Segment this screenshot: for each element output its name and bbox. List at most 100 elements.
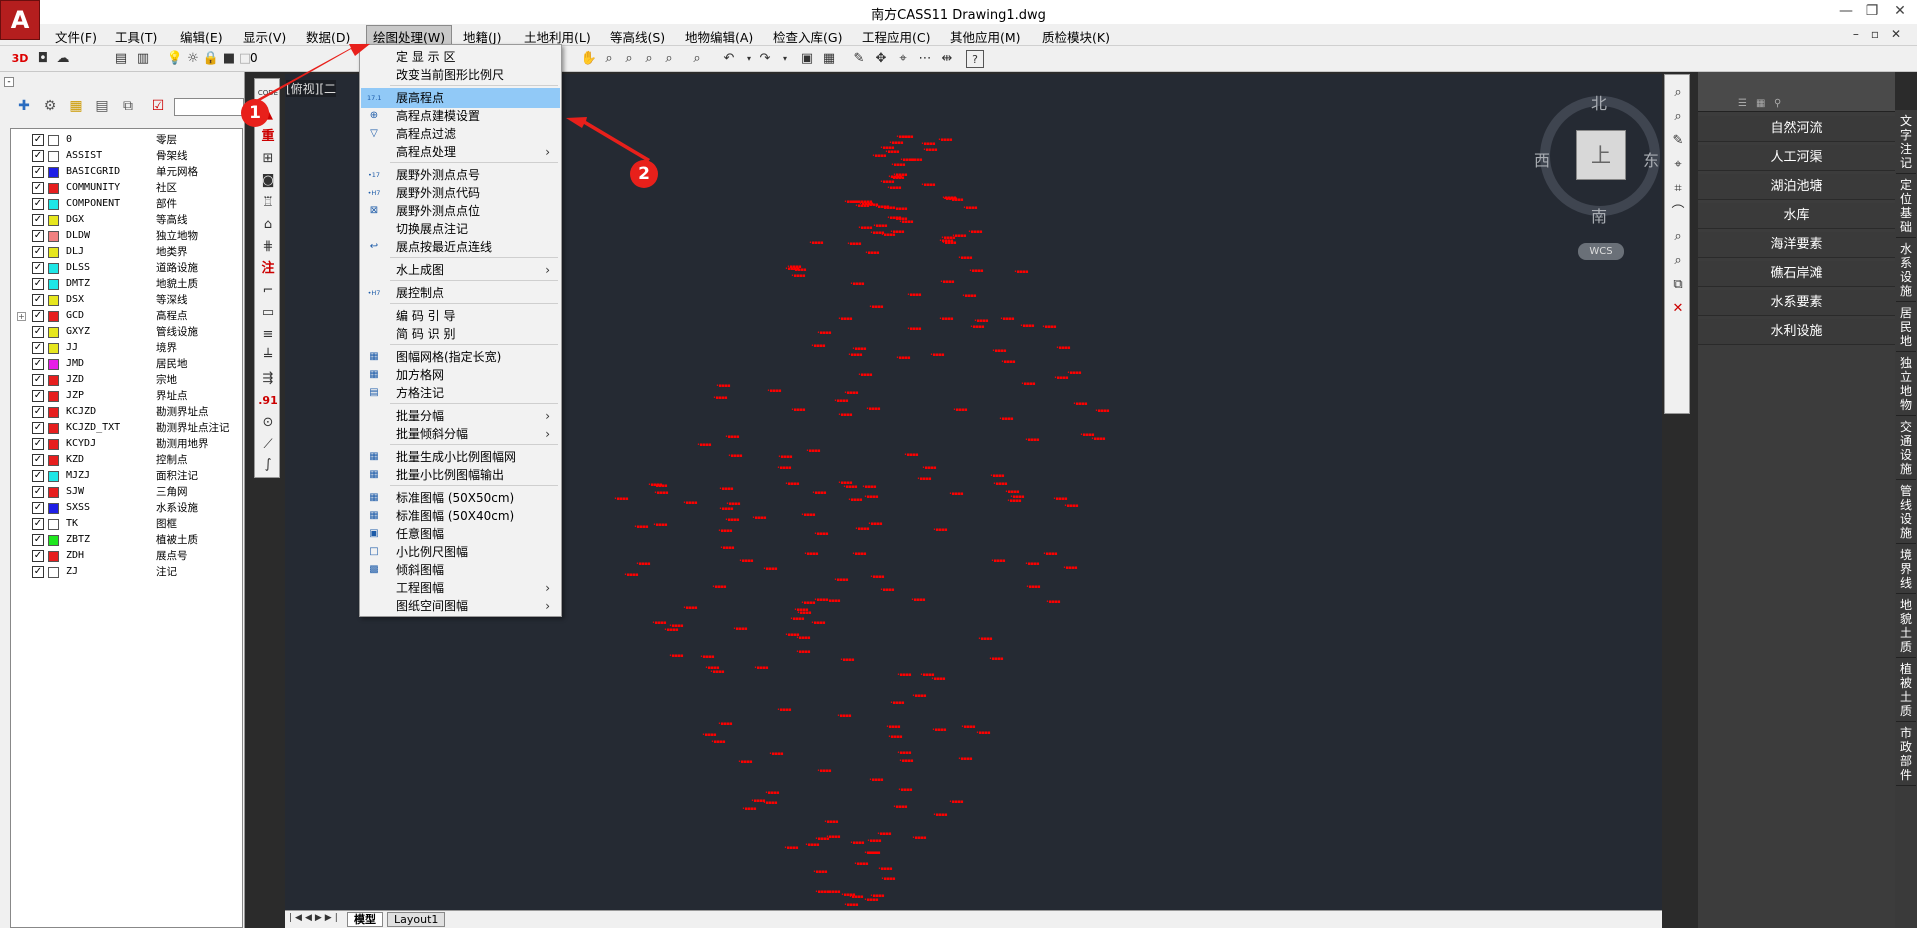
layer-color-swatch[interactable]	[48, 391, 59, 402]
layer-row[interactable]: ✓ 0 零层	[11, 132, 243, 148]
tab-layout1[interactable]: Layout1	[387, 912, 446, 927]
menu-item[interactable]: ▦ 批量生成小比例图幅网	[361, 447, 560, 467]
layer-visible-checkbox[interactable]: ✓	[32, 278, 44, 290]
layer-row[interactable]: ✓ DLDW 独立地物	[11, 228, 243, 244]
vertical-tab[interactable]: 市政部件	[1896, 722, 1916, 786]
layer-visible-checkbox[interactable]: ✓	[32, 390, 44, 402]
menu-item[interactable]: ▦ 标准图幅 (50X40cm)	[361, 506, 560, 526]
menu-item[interactable]: •H7 展野外测点代码	[361, 183, 560, 203]
layer-row[interactable]: ✓ MJZJ 面积注记	[11, 468, 243, 484]
layer-visible-checkbox[interactable]: ✓	[32, 374, 44, 386]
compass-east[interactable]: 东	[1643, 147, 1659, 171]
restore-icon[interactable]: ❐	[1862, 3, 1882, 19]
layer-color-swatch[interactable]	[48, 327, 59, 338]
menu-item[interactable]: ▦ 图幅网格(指定长宽)	[361, 347, 560, 367]
layer-visible-checkbox[interactable]: ✓	[32, 182, 44, 194]
expand-icon[interactable]: +	[17, 312, 26, 321]
layer-row[interactable]: ✓ JZD 宗地	[11, 372, 243, 388]
tab-model[interactable]: 模型	[347, 912, 383, 927]
vertical-tab[interactable]: 居民地	[1896, 302, 1916, 352]
menu-item[interactable]: 批量分幅 ›	[361, 406, 560, 426]
layer-row[interactable]: + ✓ GCD 高程点	[11, 308, 243, 324]
menu-item[interactable]: □ 小比例尺图幅	[361, 542, 560, 562]
area-icon[interactable]: ⌗	[1667, 179, 1689, 199]
menu-item[interactable]: 高程点处理 ›	[361, 142, 560, 162]
layer-visible-checkbox[interactable]: ✓	[32, 294, 44, 306]
mdi-window-controls[interactable]: –▫✕	[1853, 27, 1913, 41]
layer-color-swatch[interactable]	[48, 567, 59, 578]
control-point-icon[interactable]: ⊙	[257, 413, 279, 433]
elevation-value-icon[interactable]: .91	[257, 391, 279, 411]
arc-icon[interactable]: ⌒	[1667, 203, 1689, 223]
layer-filter-icon[interactable]: ⚙	[40, 96, 60, 116]
new-layer-icon[interactable]: ✚	[14, 96, 34, 116]
curve-icon[interactable]: ∫	[257, 455, 279, 475]
layer-visible-checkbox[interactable]: ✓	[32, 358, 44, 370]
menu-file[interactable]: 文件(F)	[55, 27, 97, 46]
layer-visible-checkbox[interactable]: ✓	[32, 214, 44, 226]
menu-item[interactable]: 图纸空间图幅 ›	[361, 596, 560, 616]
layer-row[interactable]: ✓ KZD 控制点	[11, 452, 243, 468]
layer-visible-checkbox[interactable]: ✓	[32, 422, 44, 434]
menu-item[interactable]: •H7 展控制点	[361, 283, 560, 303]
symbol-category-item[interactable]: 水系要素	[1698, 290, 1895, 316]
menu-item[interactable]: ↩ 展点按最近点连线	[361, 237, 560, 257]
annotation-icon[interactable]: 注	[257, 259, 279, 279]
menu-item[interactable]: ⊕ 高程点建模设置	[361, 106, 560, 126]
zoom-previous-icon[interactable]: ⌕	[660, 50, 678, 68]
layer-check-icon[interactable]: ☑	[148, 96, 168, 116]
layer-row[interactable]: ✓ ZBTZ 植被土质	[11, 532, 243, 548]
layer-row[interactable]: ✓ COMMUNITY 社区	[11, 180, 243, 196]
layer-visible-checkbox[interactable]: ✓	[32, 262, 44, 274]
coordinate-icon[interactable]: ⌕	[1667, 107, 1689, 127]
layer-visible-checkbox[interactable]: ✓	[32, 566, 44, 578]
layer-row[interactable]: ✓ KCJZD 勘测界址点	[11, 404, 243, 420]
zoom-icon[interactable]: ⌕	[600, 50, 618, 68]
layer-visible-checkbox[interactable]: ✓	[32, 454, 44, 466]
layer-visible-checkbox[interactable]: ✓	[32, 342, 44, 354]
layer-color-swatch[interactable]	[48, 167, 59, 178]
menu-check-import[interactable]: 检查入库(G)	[773, 27, 842, 46]
polyline-icon[interactable]: ⟋	[257, 435, 279, 455]
layer-visible-checkbox[interactable]: ✓	[32, 406, 44, 418]
pencil-icon[interactable]: ✎	[1667, 131, 1689, 151]
pin-icon[interactable]: ⚲	[1774, 98, 1781, 109]
layer-row[interactable]: ✓ DLJ 地类界	[11, 244, 243, 260]
layer-visible-checkbox[interactable]: ✓	[32, 166, 44, 178]
menu-item[interactable]: ▦ 标准图幅 (50X50cm)	[361, 488, 560, 508]
layer-color-swatch[interactable]	[48, 295, 59, 306]
layer-manager-icon[interactable]: ▤	[112, 50, 130, 68]
panel-collapse-icon[interactable]: -	[4, 77, 14, 87]
pan-hand-icon[interactable]: ✋	[580, 50, 598, 68]
menu-item[interactable]: 水上成图 ›	[361, 260, 560, 280]
layer-color-swatch[interactable]	[48, 535, 59, 546]
railway-icon[interactable]: ≡	[257, 325, 279, 345]
layer-color-swatch[interactable]	[48, 215, 59, 226]
layer-row[interactable]: ✓ JZP 界址点	[11, 388, 243, 404]
search-map-icon[interactable]: ⌕	[688, 50, 706, 68]
layer-visible-checkbox[interactable]: ✓	[32, 502, 44, 514]
symbol-category-item[interactable]: 礁石岸滩	[1698, 261, 1895, 287]
duplicate-icon[interactable]: 重	[257, 127, 279, 147]
layer-row[interactable]: ✓ ASSIST 骨架线	[11, 148, 243, 164]
lock-icon[interactable]: 🔒	[202, 50, 220, 68]
layer-copy2-icon[interactable]: ⧉	[1667, 275, 1689, 295]
layer-row[interactable]: ✓ COMPONENT 部件	[11, 196, 243, 212]
vertical-tab[interactable]: 独立地物	[1896, 352, 1916, 416]
layer-color-swatch[interactable]	[48, 455, 59, 466]
compass-south[interactable]: 南	[1591, 203, 1607, 227]
tower-icon[interactable]: ♖	[257, 193, 279, 213]
viewport-label[interactable]: [俯视][二	[286, 80, 337, 97]
menu-engineering[interactable]: 工程应用(C)	[862, 27, 930, 46]
menu-item[interactable]: 17.1 展高程点	[361, 88, 560, 108]
layer-row[interactable]: ✓ TK 图框	[11, 516, 243, 532]
menu-other-apps[interactable]: 其他应用(M)	[950, 27, 1021, 46]
layer-color-swatch[interactable]	[48, 151, 59, 162]
layer-row[interactable]: ✓ ZJ 注记	[11, 564, 243, 580]
vertical-tab[interactable]: 境界线	[1896, 544, 1916, 594]
viewcube-top-face[interactable]: 上	[1576, 130, 1626, 180]
menu-item[interactable]: 切换展点注记	[361, 219, 560, 239]
menu-item[interactable]: ▽ 高程点过滤	[361, 124, 560, 144]
layer-color-swatch[interactable]	[48, 359, 59, 370]
compass-west[interactable]: 西	[1534, 147, 1550, 171]
